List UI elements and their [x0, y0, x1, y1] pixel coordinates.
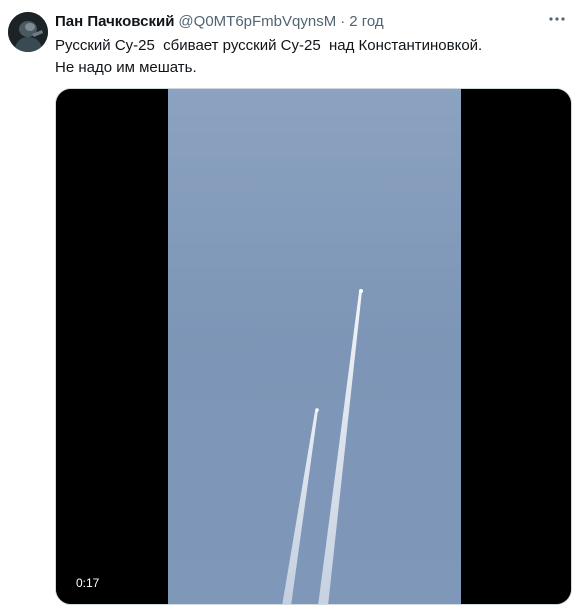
video-duration: 0:17 [71, 574, 105, 592]
aircraft-1 [359, 289, 363, 293]
author-name[interactable]: Пан Пачковский [55, 12, 174, 32]
avatar-image [8, 12, 48, 52]
author-handle[interactable]: @Q0MT6pFmbVqynsM [178, 12, 336, 32]
video-sky [168, 89, 461, 604]
video-frame [56, 89, 571, 604]
video-player[interactable]: 0:17 [55, 88, 572, 605]
more-horizontal-icon [549, 17, 565, 21]
tweet-text: Русский Су-25 сбивает русский Су-25 над … [55, 37, 483, 76]
separator-dot: · [340, 13, 346, 30]
tweet-card[interactable]: Пан Пачковский @Q0MT6pFmbVqynsM · 2 год … [0, 0, 582, 614]
avatar[interactable] [8, 12, 48, 52]
tweet-timestamp[interactable]: 2 год [349, 12, 383, 32]
tweet-header: Пан Пачковский @Q0MT6pFmbVqynsM · 2 год [55, 12, 384, 32]
more-icon[interactable] [544, 6, 570, 32]
aircraft-2 [315, 408, 319, 412]
